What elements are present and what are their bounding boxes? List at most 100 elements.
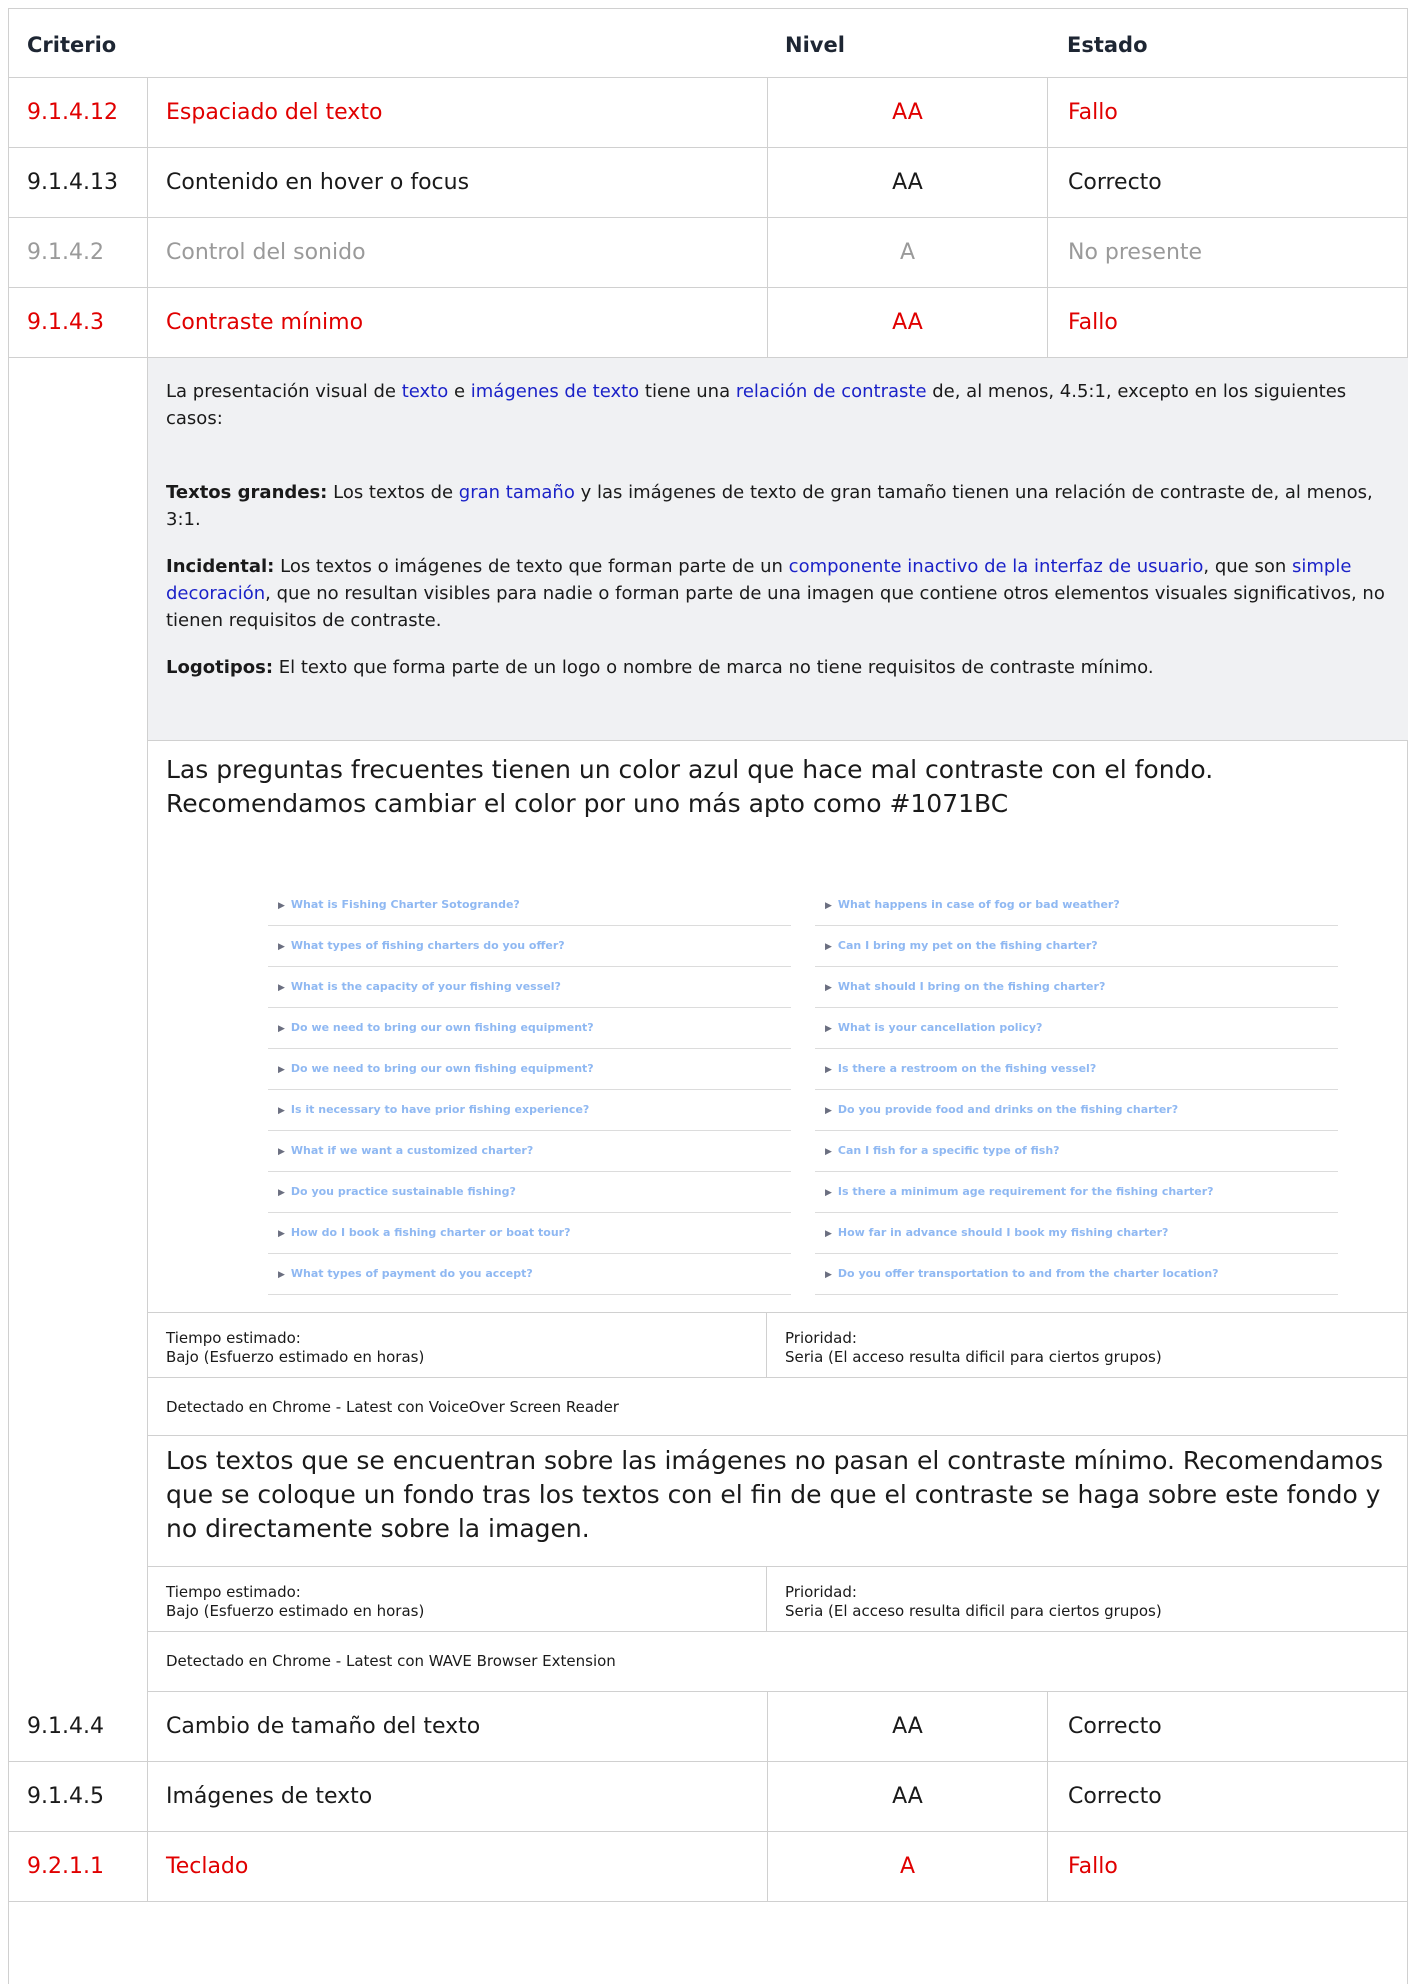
- caret-right-icon: ▶: [278, 942, 285, 952]
- criterion-level: AA: [767, 148, 1047, 217]
- criteria-table: Criterio Nivel Estado 9.1.4.12 Espaciado…: [8, 8, 1408, 1984]
- caret-right-icon: ▶: [278, 1229, 285, 1239]
- criterion-level: A: [767, 218, 1047, 287]
- caret-right-icon: ▶: [278, 901, 285, 911]
- caret-right-icon: ▶: [278, 1147, 285, 1157]
- caret-right-icon: ▶: [825, 1229, 832, 1239]
- accessibility-report: Criterio Nivel Estado 9.1.4.12 Espaciado…: [8, 8, 1408, 1984]
- faq-item: ▶ Do we need to bring our own fishing equ…: [268, 1008, 791, 1049]
- faq-column-left: ▶ What is Fishing Charter Sotogrande? ▶ Wh…: [268, 885, 791, 1295]
- caret-right-icon: ▶: [278, 1065, 285, 1075]
- caret-right-icon: ▶: [278, 1024, 285, 1034]
- faq-item: ▶ Do we need to bring our own fishing equ…: [268, 1049, 791, 1090]
- table-row[interactable]: 9.2.1.1 Teclado A Fallo: [9, 1832, 1407, 1902]
- link-componente-inactivo[interactable]: componente inactivo de la interfaz de us…: [789, 556, 1204, 577]
- criterion-status: No presente: [1047, 218, 1407, 287]
- faq-item: ▶ What is the capacity of your fishing ve…: [268, 967, 791, 1008]
- table-row[interactable]: 9.1.4.13 Contenido en hover o focus AA C…: [9, 148, 1407, 218]
- caret-right-icon: ▶: [278, 983, 285, 993]
- criterion-status: Fallo: [1047, 288, 1407, 357]
- faq-item: ▶ What happens in case of fog or bad weat…: [815, 885, 1338, 926]
- finding-text: Las preguntas frecuentes tienen un color…: [166, 755, 1214, 818]
- criterion-name: Imágenes de texto: [147, 1762, 767, 1831]
- description-large-text: Textos grandes: Los textos de gran tamañ…: [166, 482, 1373, 530]
- criterion-status: Fallo: [1047, 78, 1407, 147]
- faq-item: ▶ How do I book a fishing charter or boat…: [268, 1213, 791, 1254]
- table-row[interactable]: 9.1.4.5 Imágenes de texto AA Correcto: [9, 1762, 1407, 1832]
- link-gran-tamano[interactable]: gran tamaño: [459, 482, 575, 503]
- header-estado: Estado: [1067, 33, 1148, 57]
- finding-meta: Tiempo estimado: Bajo (Esfuerzo estimado …: [148, 1567, 1408, 1632]
- criterion-id: 9.1.4.2: [27, 240, 104, 265]
- finding-image-text-contrast: Los textos que se encuentran sobre las i…: [148, 1434, 1408, 1567]
- faq-item: ▶ What types of fishing charters do you o…: [268, 926, 791, 967]
- detected-in: Detectado en Chrome - Latest con VoiceOv…: [148, 1378, 1408, 1436]
- faq-item: ▶ Can I fish for a specific type of fish?: [815, 1131, 1338, 1172]
- criterion-description: La presentación visual de texto e imágen…: [148, 358, 1408, 741]
- criterion-name: Control del sonido: [147, 218, 767, 287]
- caret-right-icon: ▶: [825, 983, 832, 993]
- caret-right-icon: ▶: [825, 1147, 832, 1157]
- finding-text: Los textos que se encuentran sobre las i…: [166, 1446, 1383, 1543]
- table-row[interactable]: 9.1.4.2 Control del sonido A No presente: [9, 218, 1407, 288]
- faq-item: ▶ How far in advance should I book my fis…: [815, 1213, 1338, 1254]
- criterion-detail-panel: La presentación visual de texto e imágen…: [147, 358, 1408, 1692]
- criterion-id: 9.1.4.4: [27, 1714, 104, 1739]
- criterion-name: Espaciado del texto: [147, 78, 767, 147]
- description-logotypes: Logotipos: El texto que forma parte de u…: [166, 657, 1154, 678]
- table-row[interactable]: 9.1.4.4 Cambio de tamaño del texto AA Co…: [9, 1692, 1407, 1762]
- description-intro: La presentación visual de texto e imágen…: [166, 381, 1347, 429]
- caret-right-icon: ▶: [825, 1024, 832, 1034]
- header-nivel: Nivel: [785, 33, 845, 57]
- criterion-status: Correcto: [1047, 1762, 1407, 1831]
- criterion-id: 9.1.4.5: [27, 1784, 104, 1809]
- caret-right-icon: ▶: [825, 942, 832, 952]
- criterion-id: 9.1.4.12: [27, 100, 118, 125]
- criterion-name: Contenido en hover o focus: [147, 148, 767, 217]
- faq-column-right: ▶ What happens in case of fog or bad weat…: [815, 885, 1338, 1295]
- finding-faq-contrast: Las preguntas frecuentes tienen un color…: [148, 741, 1408, 1313]
- criterion-status: Fallo: [1047, 1832, 1407, 1901]
- table-row[interactable]: 9.1.4.12 Espaciado del texto AA Fallo: [9, 78, 1407, 148]
- caret-right-icon: ▶: [825, 1270, 832, 1280]
- faq-item: ▶ What should I bring on the fishing char…: [815, 967, 1338, 1008]
- criterion-level: AA: [767, 1692, 1047, 1761]
- criterion-name: Contraste mínimo: [147, 288, 767, 357]
- table-row[interactable]: 9.1.4.3 Contraste mínimo AA Fallo: [9, 288, 1407, 358]
- criterion-level: AA: [767, 288, 1047, 357]
- criterion-name: Cambio de tamaño del texto: [147, 1692, 767, 1761]
- criterion-name: Teclado: [147, 1832, 767, 1901]
- faq-screenshot: ▶ What is Fishing Charter Sotogrande? ▶ Wh…: [268, 885, 1348, 1295]
- criterion-level: A: [767, 1832, 1047, 1901]
- faq-item: ▶ Do you provide food and drinks on the f…: [815, 1090, 1338, 1131]
- faq-item: ▶ What if we want a customized charter?: [268, 1131, 791, 1172]
- link-imagenes-de-texto[interactable]: imágenes de texto: [471, 381, 639, 402]
- faq-item: ▶ Do you offer transportation to and from…: [815, 1254, 1338, 1295]
- faq-item: ▶ Is there a minimum age requirement for …: [815, 1172, 1338, 1213]
- link-texto[interactable]: texto: [402, 381, 449, 402]
- faq-item: ▶ What is Fishing Charter Sotogrande?: [268, 885, 791, 926]
- caret-right-icon: ▶: [825, 1106, 832, 1116]
- criterion-id: 9.1.4.13: [27, 170, 118, 195]
- priority: Prioridad: Seria (El acceso resulta dific…: [766, 1313, 1406, 1377]
- criterion-id: 9.2.1.1: [27, 1854, 104, 1879]
- criterion-status: Correcto: [1047, 1692, 1407, 1761]
- link-relacion-de-contraste[interactable]: relación de contraste: [736, 381, 927, 402]
- faq-item: ▶ Is there a restroom on the fishing vess…: [815, 1049, 1338, 1090]
- caret-right-icon: ▶: [825, 1188, 832, 1198]
- table-header: Criterio Nivel Estado: [9, 8, 1407, 78]
- caret-right-icon: ▶: [278, 1106, 285, 1116]
- finding-meta: Tiempo estimado: Bajo (Esfuerzo estimado …: [148, 1313, 1408, 1378]
- caret-right-icon: ▶: [278, 1188, 285, 1198]
- criterion-status: Correcto: [1047, 148, 1407, 217]
- criterion-id: 9.1.4.3: [27, 310, 104, 335]
- priority: Prioridad: Seria (El acceso resulta dific…: [766, 1567, 1406, 1631]
- faq-item: ▶ What types of payment do you accept?: [268, 1254, 791, 1295]
- caret-right-icon: ▶: [278, 1270, 285, 1280]
- faq-item: ▶ Can I bring my pet on the fishing chart…: [815, 926, 1338, 967]
- header-criterio: Criterio: [27, 33, 117, 57]
- estimated-time: Tiempo estimado: Bajo (Esfuerzo estimado …: [166, 1329, 425, 1366]
- caret-right-icon: ▶: [825, 1065, 832, 1075]
- criterion-level: AA: [767, 1762, 1047, 1831]
- description-incidental: Incidental: Los textos o imágenes de tex…: [166, 556, 1385, 631]
